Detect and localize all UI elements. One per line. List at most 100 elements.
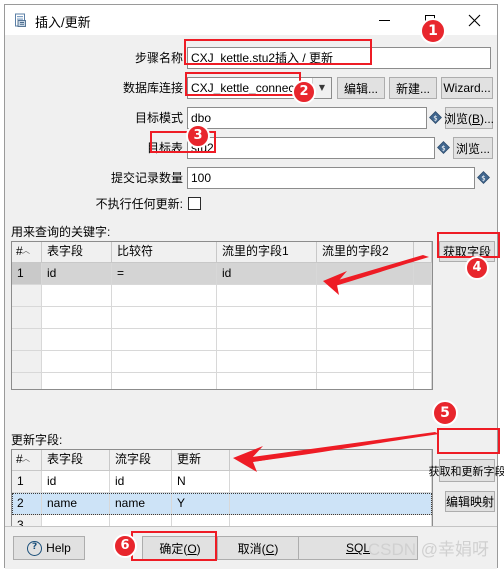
table-cell-comparator[interactable]: = xyxy=(112,263,217,284)
table-cell-stream_field2[interactable] xyxy=(317,285,414,306)
help-label: Help xyxy=(46,541,71,555)
table-cell-pad[interactable] xyxy=(414,329,432,350)
update-col-num[interactable]: ︿ # xyxy=(12,450,42,470)
table-cell-stream_field[interactable]: id xyxy=(110,471,172,492)
table-cell-num[interactable]: 1 xyxy=(12,263,42,284)
table-row[interactable] xyxy=(12,307,432,329)
watermark: CSDN @幸娟呀 xyxy=(367,540,489,559)
table-cell-num[interactable]: 1 xyxy=(12,471,42,492)
table-cell-update[interactable]: Y xyxy=(172,493,230,514)
cancel-label: 取消(C) xyxy=(237,541,279,556)
update-table-header: ︿ # 表字段 流字段 更新 xyxy=(12,450,432,471)
table-cell-stream_field2[interactable] xyxy=(317,373,414,389)
table-cell-stream_field2[interactable] xyxy=(317,263,414,284)
table-cell-stream_field1[interactable]: id xyxy=(217,263,317,284)
table-cell-pad[interactable] xyxy=(230,493,432,514)
lookup-table-body: 1 id = id xyxy=(12,263,432,389)
table-cell-num[interactable] xyxy=(12,373,42,389)
table-cell-stream_field2[interactable] xyxy=(317,307,414,328)
table-cell-table_field[interactable] xyxy=(42,307,112,328)
window-title: 插入/更新 xyxy=(35,15,91,30)
lookup-col-table-field[interactable]: 表字段 xyxy=(42,242,112,262)
lookup-col-stream1[interactable]: 流里的字段1 xyxy=(217,242,317,262)
table-row[interactable]: 1 id = id xyxy=(12,263,432,285)
cancel-button[interactable]: 取消(C) xyxy=(217,536,299,560)
table-cell-pad[interactable] xyxy=(230,471,432,492)
browse-schema-label: 浏览(B)... xyxy=(444,111,495,126)
table-cell-comparator[interactable] xyxy=(112,285,217,306)
annotation-badge-3: 3 xyxy=(186,124,210,148)
edit-connection-label: 编辑... xyxy=(343,81,378,96)
table-cell-stream_field2[interactable] xyxy=(317,329,414,350)
table-cell-comparator[interactable] xyxy=(112,329,217,350)
table-cell-stream_field[interactable]: name xyxy=(110,493,172,514)
target-schema-input[interactable]: dbo xyxy=(187,107,427,129)
table-cell-comparator[interactable] xyxy=(112,307,217,328)
table-cell-num[interactable] xyxy=(12,285,42,306)
table-row[interactable]: 2 name name Y xyxy=(12,493,432,515)
table-cell-stream_field1[interactable] xyxy=(217,351,317,372)
no-update-checkbox[interactable] xyxy=(188,197,201,210)
lookup-col-num[interactable]: ︿ # xyxy=(12,242,42,262)
update-col-table-field[interactable]: 表字段 xyxy=(42,450,110,470)
table-row[interactable] xyxy=(12,285,432,307)
variable-diamond-icon: $ xyxy=(429,111,442,124)
table-cell-stream_field1[interactable] xyxy=(217,285,317,306)
dialog-footer: ? Help 确定(O) 取消(C) SQL CSDN @幸娟呀 xyxy=(5,526,497,569)
table-cell-update[interactable]: N xyxy=(172,471,230,492)
table-cell-pad[interactable] xyxy=(414,351,432,372)
browse-schema-button[interactable]: 浏览(B)... xyxy=(444,107,495,129)
close-button[interactable] xyxy=(452,5,497,35)
commit-size-input[interactable]: 100 xyxy=(187,167,475,189)
table-cell-table_field[interactable] xyxy=(42,329,112,350)
table-cell-num[interactable] xyxy=(12,351,42,372)
table-cell-stream_field1[interactable] xyxy=(217,307,317,328)
minimize-button[interactable] xyxy=(362,5,407,35)
table-row[interactable]: 1 id id N xyxy=(12,471,432,493)
get-fields-button[interactable]: 获取字段 xyxy=(439,241,495,262)
update-col-update[interactable]: 更新 xyxy=(172,450,230,470)
edit-connection-button[interactable]: 编辑... xyxy=(337,77,385,99)
help-button[interactable]: ? Help xyxy=(13,536,85,560)
table-cell-comparator[interactable] xyxy=(112,373,217,389)
table-cell-pad[interactable] xyxy=(414,263,432,284)
step-name-input[interactable]: CXJ_kettle.stu2插入 / 更新 xyxy=(187,47,491,69)
new-connection-label: 新建... xyxy=(395,81,430,96)
table-cell-pad[interactable] xyxy=(414,307,432,328)
table-cell-table_field[interactable]: id xyxy=(42,471,110,492)
db-connection-value: CXJ_kettle_connect xyxy=(191,81,298,95)
edit-mapping-button[interactable]: 编辑映射 xyxy=(445,491,495,512)
variable-diamond-icon: $ xyxy=(437,141,450,154)
table-cell-pad[interactable] xyxy=(414,373,432,389)
table-cell-num[interactable] xyxy=(12,329,42,350)
table-row[interactable] xyxy=(12,329,432,351)
db-connection-label: 数据库连接 xyxy=(122,81,183,95)
lookup-col-stream2[interactable]: 流里的字段2 xyxy=(317,242,414,262)
dialog-content: 步骤名称 CXJ_kettle.stu2插入 / 更新 数据库连接 CXJ_ke… xyxy=(5,35,504,569)
get-and-update-fields-button[interactable]: 获取和更新字段 xyxy=(429,459,504,482)
table-cell-stream_field1[interactable] xyxy=(217,373,317,389)
table-cell-pad[interactable] xyxy=(414,285,432,306)
update-col-stream-field[interactable]: 流字段 xyxy=(110,450,172,470)
update-section-label: 更新字段: xyxy=(11,433,63,447)
lookup-col-comparator[interactable]: 比较符 xyxy=(112,242,217,262)
lookup-keys-table[interactable]: ︿ # 表字段 比较符 流里的字段1 流里的字段2 1 id = id xyxy=(11,241,433,390)
table-cell-stream_field1[interactable] xyxy=(217,329,317,350)
table-cell-num[interactable]: 2 xyxy=(12,493,42,514)
ok-button[interactable]: 确定(O) xyxy=(142,536,218,560)
table-cell-table_field[interactable] xyxy=(42,351,112,372)
wizard-connection-button[interactable]: Wizard... xyxy=(441,77,493,99)
table-cell-table_field[interactable] xyxy=(42,373,112,389)
table-cell-table_field[interactable] xyxy=(42,285,112,306)
table-cell-table_field[interactable]: name xyxy=(42,493,110,514)
table-row[interactable] xyxy=(12,373,432,389)
table-cell-num[interactable] xyxy=(12,307,42,328)
table-row[interactable] xyxy=(12,351,432,373)
table-cell-stream_field2[interactable] xyxy=(317,351,414,372)
browse-table-button[interactable]: 浏览... xyxy=(453,137,493,159)
new-connection-button[interactable]: 新建... xyxy=(389,77,437,99)
table-cell-comparator[interactable] xyxy=(112,351,217,372)
table-cell-table_field[interactable]: id xyxy=(42,263,112,284)
sort-caret-icon: ︿ xyxy=(22,454,30,463)
target-table-input[interactable]: stu2 xyxy=(187,137,435,159)
